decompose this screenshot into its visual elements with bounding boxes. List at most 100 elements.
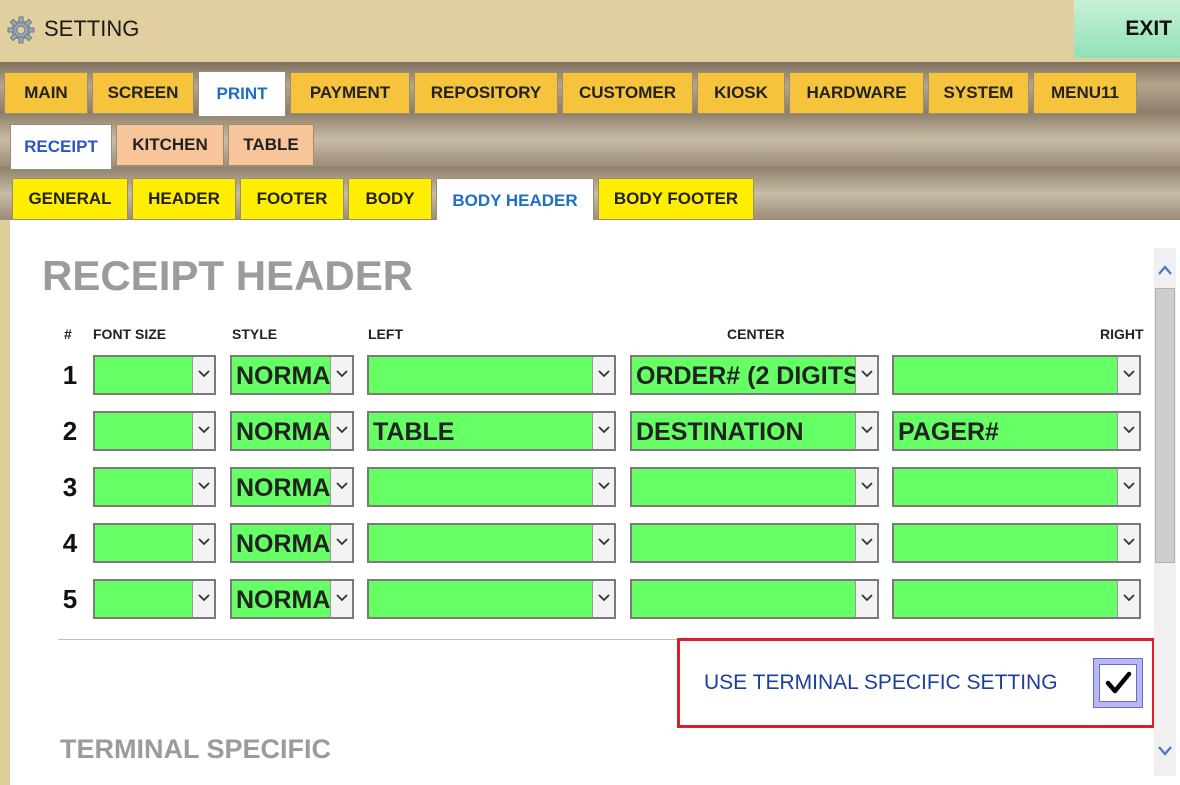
center-dropdown[interactable]: ORDER# (2 DIGITS) bbox=[630, 355, 879, 395]
tab-footer[interactable]: FOOTER bbox=[240, 178, 344, 220]
font-size-dropdown[interactable] bbox=[93, 523, 216, 563]
tab-body[interactable]: BODY bbox=[348, 178, 432, 220]
tab-label: FOOTER bbox=[256, 189, 328, 208]
dropdown-arrow[interactable] bbox=[855, 525, 879, 561]
checkmark-icon bbox=[1105, 671, 1132, 694]
dropdown-arrow[interactable] bbox=[330, 525, 354, 561]
dropdown-arrow[interactable] bbox=[1117, 413, 1141, 449]
column-header-right: RIGHT bbox=[1100, 326, 1144, 342]
chevron-down-icon bbox=[598, 426, 610, 434]
tab-kiosk[interactable]: KIOSK bbox=[697, 72, 785, 114]
tab-hardware[interactable]: HARDWARE bbox=[789, 72, 924, 114]
chevron-down-icon bbox=[598, 594, 610, 602]
tab-label: KIOSK bbox=[714, 83, 768, 102]
tab-table[interactable]: TABLE bbox=[228, 124, 314, 166]
tab-label: GENERAL bbox=[28, 189, 112, 208]
style-dropdown[interactable]: NORMAL bbox=[230, 355, 354, 395]
tab-label: RECEIPT bbox=[24, 137, 98, 156]
dropdown-arrow[interactable] bbox=[592, 357, 616, 393]
right-dropdown[interactable] bbox=[892, 579, 1141, 619]
style-dropdown[interactable]: NORMAL bbox=[230, 523, 354, 563]
dropdown-arrow[interactable] bbox=[592, 525, 616, 561]
left-dropdown[interactable]: TABLE bbox=[367, 411, 616, 451]
vertical-scrollbar[interactable] bbox=[1154, 248, 1176, 776]
dropdown-arrow[interactable] bbox=[1117, 357, 1141, 393]
tab-receipt[interactable]: RECEIPT bbox=[10, 124, 112, 170]
column-header-style: STYLE bbox=[232, 326, 278, 342]
dropdown-arrow[interactable] bbox=[192, 525, 216, 561]
row-number: 4 bbox=[62, 528, 78, 558]
center-dropdown[interactable] bbox=[630, 579, 879, 619]
content-panel: RECEIPT HEADER # FONT SIZE STYLE LEFT CE… bbox=[10, 220, 1180, 785]
tab-payment[interactable]: PAYMENT bbox=[290, 72, 410, 114]
right-dropdown[interactable] bbox=[892, 467, 1141, 507]
dropdown-arrow[interactable] bbox=[592, 581, 616, 617]
dropdown-arrow[interactable] bbox=[855, 413, 879, 449]
left-dropdown[interactable] bbox=[367, 467, 616, 507]
tab-kitchen[interactable]: KITCHEN bbox=[116, 124, 224, 166]
left-dropdown[interactable] bbox=[367, 355, 616, 395]
tab-label: SYSTEM bbox=[943, 83, 1014, 102]
dropdown-arrow[interactable] bbox=[592, 469, 616, 505]
dropdown-arrow[interactable] bbox=[1117, 525, 1141, 561]
dropdown-arrow[interactable] bbox=[855, 469, 879, 505]
section-title: RECEIPT HEADER bbox=[42, 252, 414, 299]
scrollbar-thumb[interactable] bbox=[1155, 288, 1175, 563]
dropdown-arrow[interactable] bbox=[192, 581, 216, 617]
dropdown-arrow[interactable] bbox=[855, 357, 879, 393]
tab-menu11[interactable]: MENU11 bbox=[1033, 72, 1137, 114]
center-dropdown[interactable] bbox=[630, 467, 879, 507]
row-number: 1 bbox=[62, 360, 78, 390]
font-size-dropdown[interactable] bbox=[93, 411, 216, 451]
dropdown-arrow[interactable] bbox=[855, 581, 879, 617]
left-dropdown[interactable] bbox=[367, 523, 616, 563]
tab-print[interactable]: PRINT bbox=[198, 71, 286, 117]
tab-label: MENU11 bbox=[1050, 83, 1120, 102]
dropdown-arrow[interactable] bbox=[330, 357, 354, 393]
terminal-setting-checkbox[interactable] bbox=[1093, 658, 1143, 708]
tab-customer[interactable]: CUSTOMER bbox=[562, 72, 693, 114]
dropdown-arrow[interactable] bbox=[192, 413, 216, 449]
tab-body-header[interactable]: BODY HEADER bbox=[436, 178, 594, 224]
scroll-down-icon[interactable] bbox=[1154, 738, 1176, 762]
tab-screen[interactable]: SCREEN bbox=[92, 72, 194, 114]
dropdown-arrow[interactable] bbox=[192, 469, 216, 505]
font-size-dropdown[interactable] bbox=[93, 467, 216, 507]
tab-general[interactable]: GENERAL bbox=[12, 178, 128, 220]
dropdown-arrow[interactable] bbox=[330, 581, 354, 617]
center-dropdown[interactable]: DESTINATION bbox=[630, 411, 879, 451]
tab-header[interactable]: HEADER bbox=[132, 178, 236, 220]
right-dropdown[interactable] bbox=[892, 355, 1141, 395]
scroll-up-icon[interactable] bbox=[1154, 258, 1176, 282]
chevron-down-icon bbox=[198, 594, 210, 602]
style-dropdown[interactable]: NORMAL bbox=[230, 579, 354, 619]
font-size-dropdown[interactable] bbox=[93, 355, 216, 395]
font-size-dropdown[interactable] bbox=[93, 579, 216, 619]
tab-main[interactable]: MAIN bbox=[4, 72, 88, 114]
left-dropdown[interactable] bbox=[367, 579, 616, 619]
checkbox-box bbox=[1099, 664, 1137, 702]
right-dropdown[interactable] bbox=[892, 523, 1141, 563]
tab-label: BODY FOOTER bbox=[613, 189, 739, 208]
tab-body-footer[interactable]: BODY FOOTER bbox=[598, 178, 754, 220]
dropdown-value: ORDER# (2 DIGITS) bbox=[636, 362, 855, 390]
dropdown-arrow[interactable] bbox=[1117, 469, 1141, 505]
tab-repository[interactable]: REPOSITORY bbox=[414, 72, 558, 114]
center-dropdown[interactable] bbox=[630, 523, 879, 563]
dropdown-arrow[interactable] bbox=[330, 469, 354, 505]
tab-system[interactable]: SYSTEM bbox=[928, 72, 1029, 114]
style-dropdown[interactable]: NORMAL bbox=[230, 467, 354, 507]
terminal-setting-label: USE TERMINAL SPECIFIC SETTING bbox=[704, 671, 1058, 694]
dropdown-arrow[interactable] bbox=[330, 413, 354, 449]
dropdown-arrow[interactable] bbox=[192, 357, 216, 393]
receipt-tabs: GENERAL HEADER FOOTER BODY BODY HEADER B… bbox=[12, 178, 758, 224]
title-bar: SETTING EXIT bbox=[0, 0, 1180, 60]
style-dropdown[interactable]: NORMAL bbox=[230, 411, 354, 451]
dropdown-arrow[interactable] bbox=[1117, 581, 1141, 617]
dropdown-arrow[interactable] bbox=[592, 413, 616, 449]
chevron-down-icon bbox=[336, 426, 348, 434]
chevron-down-icon bbox=[198, 482, 210, 490]
exit-button[interactable]: EXIT bbox=[1074, 0, 1180, 58]
chevron-down-icon bbox=[1123, 482, 1135, 490]
right-dropdown[interactable]: PAGER# bbox=[892, 411, 1141, 451]
